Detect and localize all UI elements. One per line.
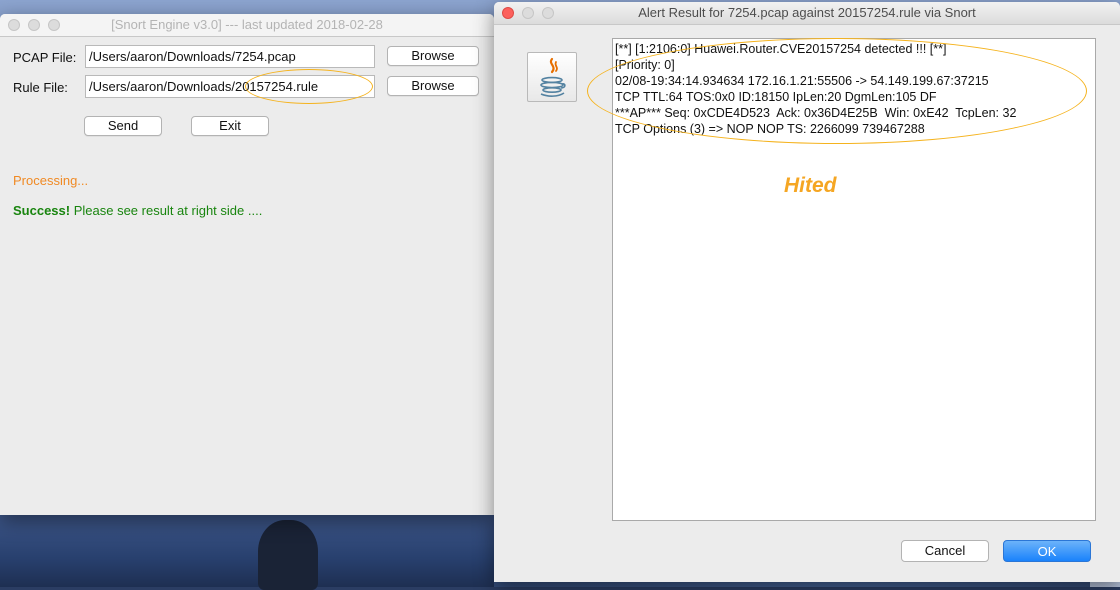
alert-result-window: Alert Result for 7254.pcap against 20157… (494, 2, 1120, 582)
alert-close-button[interactable] (502, 7, 514, 19)
alert-titlebar: Alert Result for 7254.pcap against 20157… (494, 2, 1120, 25)
alert-minimize-button[interactable] (522, 7, 534, 19)
java-icon (527, 52, 577, 102)
alert-line: TCP TTL:64 TOS:0x0 ID:18150 IpLen:20 Dgm… (615, 90, 937, 104)
desktop-tree (258, 520, 318, 590)
alert-window-controls (502, 7, 554, 19)
alert-line: TCP Options (3) => NOP NOP TS: 2266099 7… (615, 122, 925, 136)
exit-button[interactable]: Exit (191, 116, 269, 136)
alert-window-title: Alert Result for 7254.pcap against 20157… (638, 5, 976, 20)
alert-zoom-button[interactable] (542, 7, 554, 19)
snort-engine-window: [Snort Engine v3.0] --- last updated 201… (0, 14, 494, 515)
rule-browse-button[interactable]: Browse (387, 76, 479, 96)
alert-output-textarea[interactable]: [**] [1:2106:0] Huawei.Router.CVE2015725… (612, 38, 1096, 521)
rule-file-label: Rule File: (13, 80, 68, 95)
desktop-mountain (0, 515, 494, 587)
success-message: Please see result at right side .... (70, 203, 263, 218)
cancel-button[interactable]: Cancel (901, 540, 989, 562)
minimize-button[interactable] (28, 19, 40, 31)
engine-window-title: [Snort Engine v3.0] --- last updated 201… (111, 17, 383, 32)
alert-line: 02/08-19:34:14.934634 172.16.1.21:55506 … (615, 74, 989, 88)
window-controls (8, 19, 60, 31)
close-button[interactable] (8, 19, 20, 31)
hited-annotation: Hited (784, 174, 837, 197)
pcap-file-field[interactable]: /Users/aaron/Downloads/7254.pcap (85, 45, 375, 68)
send-button[interactable]: Send (84, 116, 162, 136)
success-label: Success! (13, 203, 71, 218)
success-status: Success! Please see result at right side… (13, 203, 262, 218)
pcap-file-label: PCAP File: (13, 50, 77, 65)
rule-file-field[interactable]: /Users/aaron/Downloads/20157254.rule (85, 75, 375, 98)
engine-titlebar: [Snort Engine v3.0] --- last updated 201… (0, 14, 494, 37)
processing-status: Processing... (13, 173, 89, 188)
ok-button[interactable]: OK (1003, 540, 1091, 562)
pcap-browse-button[interactable]: Browse (387, 46, 479, 66)
zoom-button[interactable] (48, 19, 60, 31)
alert-line: [Priority: 0] (615, 58, 675, 72)
alert-line: [**] [1:2106:0] Huawei.Router.CVE2015725… (615, 42, 947, 56)
alert-line: ***AP*** Seq: 0xCDE4D523 Ack: 0x36D4E25B… (615, 106, 1017, 120)
